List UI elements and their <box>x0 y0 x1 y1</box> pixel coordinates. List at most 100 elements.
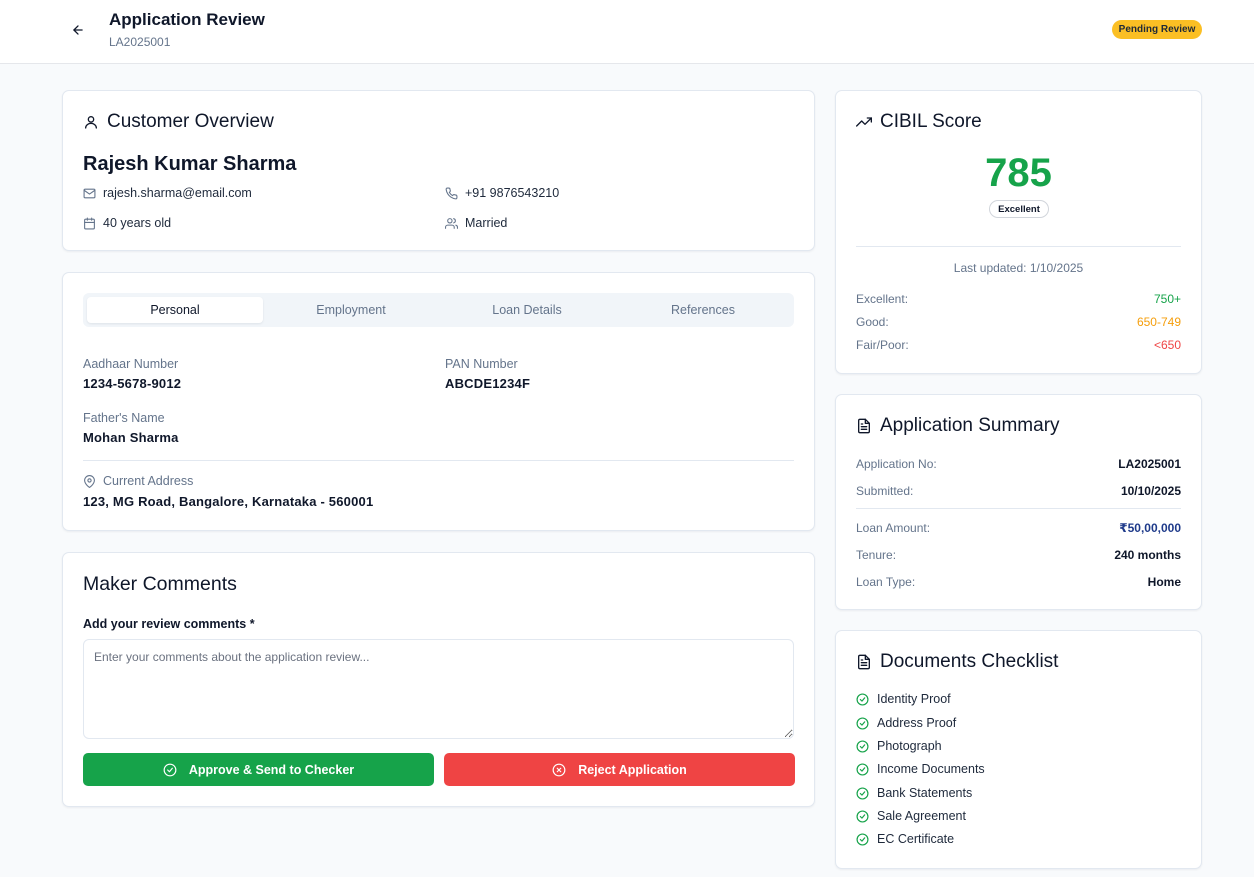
mail-icon <box>83 187 96 200</box>
status-badge: Pending Review <box>1112 20 1202 39</box>
customer-age-text: 40 years old <box>103 216 172 230</box>
range-label: Good: <box>856 315 889 329</box>
back-button[interactable] <box>68 20 88 40</box>
summary-value: 240 months <box>1114 548 1181 562</box>
users-icon <box>445 217 458 230</box>
summary-row-loan-amount: Loan Amount: ₹50,00,000 <box>856 521 1181 535</box>
customer-name: Rajesh Kumar Sharma <box>83 153 297 175</box>
maker-comments-card: Maker Comments Add your review comments … <box>62 552 815 807</box>
check-circle-icon <box>856 786 869 800</box>
approve-button[interactable]: Approve & Send to Checker <box>83 753 434 786</box>
comment-field-label: Add your review comments * <box>83 617 255 631</box>
address-label: Current Address <box>103 474 194 488</box>
summary-label: Tenure: <box>856 548 897 562</box>
application-summary-card: Application Summary Application No: LA20… <box>835 394 1202 610</box>
tab-loan-details[interactable]: Loan Details <box>439 297 615 323</box>
father-name-label: Father's Name <box>83 411 165 425</box>
customer-email: rajesh.sharma@email.com <box>83 186 252 200</box>
summary-row-loan-type: Loan Type: Home <box>856 575 1181 589</box>
cibil-score-card: CIBIL Score 785 Excellent Last updated: … <box>835 90 1202 374</box>
summary-title-label: Application Summary <box>880 415 1060 436</box>
document-label: Income Documents <box>877 762 985 776</box>
document-label: Address Proof <box>877 716 957 730</box>
user-icon <box>83 114 99 130</box>
cibil-title: CIBIL Score <box>856 111 982 133</box>
check-circle-icon <box>856 716 869 730</box>
summary-label: Loan Type: <box>856 575 916 589</box>
summary-value: LA2025001 <box>1118 457 1181 471</box>
summary-row-tenure: Tenure: 240 months <box>856 548 1181 562</box>
cibil-last-updated: Last updated: 1/10/2025 <box>953 261 1084 275</box>
cibil-title-label: CIBIL Score <box>880 111 982 132</box>
trending-up-icon <box>856 114 872 130</box>
aadhaar-value: 1234-5678-9012 <box>83 376 182 391</box>
address-value: 123, MG Road, Bangalore, Karnataka - 560… <box>83 494 374 509</box>
document-item: Address Proof <box>856 716 956 730</box>
reject-button-label: Reject Application <box>578 762 687 777</box>
document-item: Photograph <box>856 739 942 753</box>
file-text-icon <box>856 654 872 670</box>
customer-email-text: rajesh.sharma@email.com <box>103 186 252 200</box>
application-id: LA2025001 <box>109 35 171 49</box>
summary-title: Application Summary <box>856 415 1060 437</box>
aadhaar-label: Aadhaar Number <box>83 357 179 371</box>
document-item: Bank Statements <box>856 786 972 800</box>
documents-title-label: Documents Checklist <box>880 651 1059 672</box>
map-pin-icon <box>83 474 96 488</box>
pan-value: ABCDE1234F <box>445 376 531 391</box>
reject-button[interactable]: Reject Application <box>444 753 795 786</box>
file-text-icon <box>856 418 872 434</box>
range-value: 650-749 <box>1136 315 1181 329</box>
pan-label: PAN Number <box>445 357 518 371</box>
x-circle-icon <box>552 763 566 777</box>
cibil-range-fair-poor: Fair/Poor: <650 <box>856 338 1181 352</box>
range-value: <650 <box>1153 338 1181 352</box>
top-bar: Application Review LA2025001 Pending Rev… <box>0 0 1254 64</box>
summary-label: Application No: <box>856 457 937 471</box>
phone-icon <box>445 187 458 200</box>
customer-overview-title: Customer Overview <box>83 111 274 133</box>
details-divider <box>83 460 794 461</box>
tab-references[interactable]: References <box>615 297 791 323</box>
range-value: 750+ <box>1153 292 1181 306</box>
tab-employment[interactable]: Employment <box>263 297 439 323</box>
range-label: Excellent: <box>856 292 909 306</box>
maker-comments-title: Maker Comments <box>83 573 237 595</box>
comment-textarea[interactable] <box>83 639 794 739</box>
arrow-left-icon <box>71 23 85 37</box>
customer-overview-label: Customer Overview <box>107 111 274 132</box>
summary-value: ₹50,00,000 <box>1119 521 1181 535</box>
summary-label: Submitted: <box>856 484 914 498</box>
check-circle-icon <box>856 739 869 753</box>
document-label: Bank Statements <box>877 786 973 800</box>
customer-phone-text: +91 9876543210 <box>465 186 560 200</box>
document-label: EC Certificate <box>877 832 955 846</box>
summary-row-application-no: Application No: LA2025001 <box>856 457 1181 471</box>
check-circle-icon <box>856 809 869 823</box>
cibil-range-excellent: Excellent: 750+ <box>856 292 1181 306</box>
father-name-value: Mohan Sharma <box>83 430 179 445</box>
approve-button-label: Approve & Send to Checker <box>188 762 355 777</box>
documents-checklist-card: Documents Checklist Identity Proof Addre… <box>835 630 1202 869</box>
customer-marital-status: Married <box>445 216 507 230</box>
cibil-rating-badge: Excellent <box>989 200 1049 218</box>
customer-overview-card: Customer Overview Rajesh Kumar Sharma ra… <box>62 90 815 251</box>
customer-marital-text: Married <box>465 216 508 230</box>
check-circle-icon <box>163 763 177 777</box>
document-label: Sale Agreement <box>877 809 966 823</box>
summary-divider <box>856 508 1181 509</box>
document-label: Photograph <box>877 739 942 753</box>
check-circle-icon <box>856 762 869 776</box>
summary-row-submitted: Submitted: 10/10/2025 <box>856 484 1181 498</box>
summary-value: Home <box>1147 575 1181 589</box>
documents-title: Documents Checklist <box>856 651 1058 673</box>
document-label: Identity Proof <box>877 692 951 706</box>
cibil-score-value: 785 <box>985 151 1052 195</box>
summary-label: Loan Amount: <box>856 521 931 535</box>
details-card: Personal Employment Loan Details Referen… <box>62 272 815 531</box>
tab-personal[interactable]: Personal <box>87 297 263 323</box>
cibil-range-good: Good: 650-749 <box>856 315 1181 329</box>
summary-value: 10/10/2025 <box>1120 484 1181 498</box>
details-tabs: Personal Employment Loan Details Referen… <box>83 293 794 327</box>
address-label-row: Current Address <box>83 474 193 488</box>
